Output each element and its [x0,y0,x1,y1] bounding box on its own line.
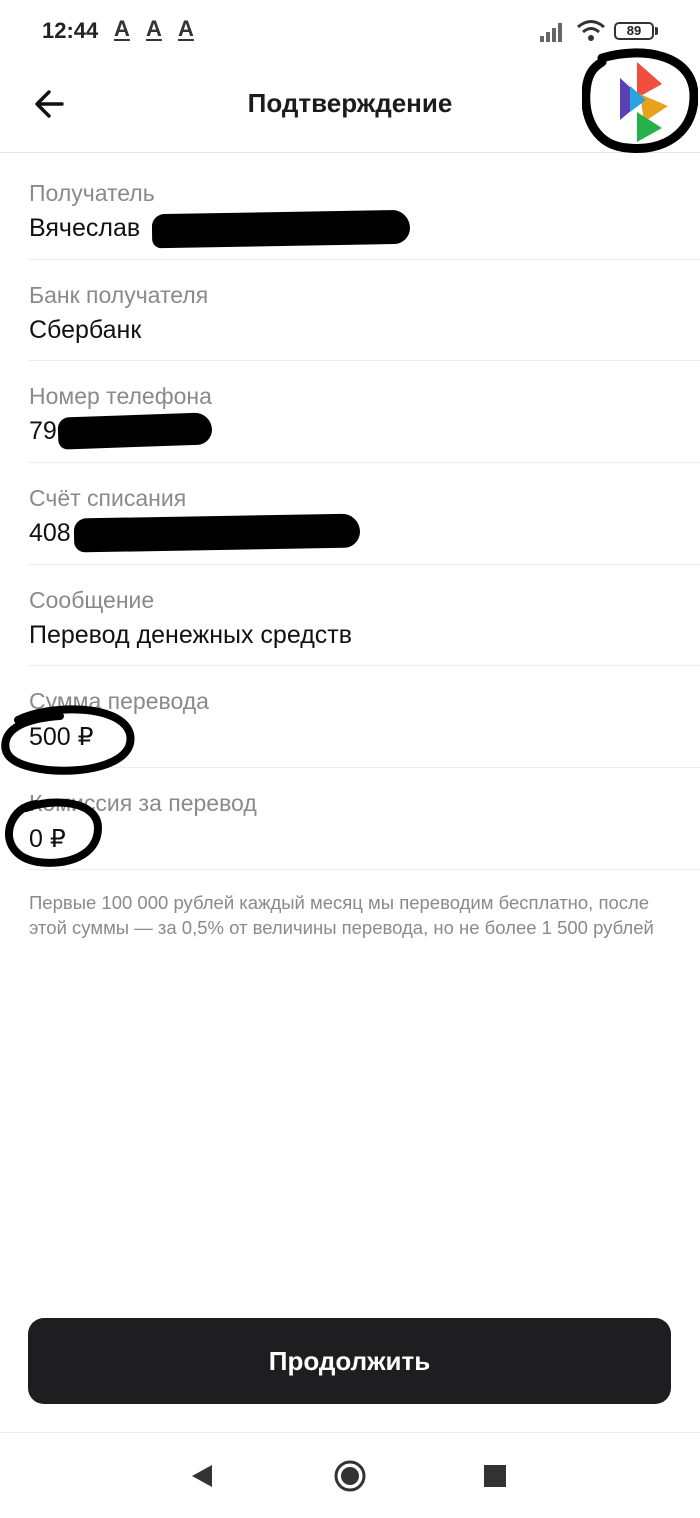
status-time: 12:44 [42,18,99,43]
account-value: 408 [29,519,71,548]
continue-button[interactable]: Продолжить [28,1318,671,1404]
nav-recent-icon[interactable] [484,1465,506,1487]
battery-tip [655,27,658,35]
detail-row-bank: Банк получателя Сбербанк [28,260,700,362]
message-value: Перевод денежных средств [29,620,353,649]
fee-label: Комиссия за перевод [29,790,257,817]
notification-a-icon: A [146,16,162,41]
redaction-mark [151,209,411,249]
bank-label: Банк получателя [29,281,209,308]
account-label: Счёт списания [29,485,187,512]
detail-row-amount: Сумма перевода 500 ₽ [28,666,700,769]
recipient-label: Получатель [29,180,155,206]
fee-note: Первые 100 000 рублей каждый месяц мы пе… [29,892,654,938]
detail-row-recipient: Получатель Вячеслав [28,158,700,260]
signal-icon [540,23,562,42]
detail-row-message: Сообщение Перевод денежных средств [28,565,700,667]
bank-value: Сбербанк [29,315,142,344]
battery-icon: 89 [614,22,654,40]
detail-row-account: Счёт списания 408 [28,463,700,565]
nav-back-icon[interactable] [190,1463,214,1489]
redaction-mark [73,513,361,553]
system-nav-bar [0,1432,700,1518]
detail-row-fee: Комиссия за перевод 0 ₽ [28,768,700,870]
notification-a-icon: A [178,16,194,41]
notification-a-icon: A [114,16,130,41]
bank-logo-icon[interactable] [582,48,698,156]
transfer-details: Получатель Вячеслав Банк получателя Сбер… [0,158,700,870]
nav-home-icon[interactable] [333,1459,367,1493]
wifi-icon [577,20,605,41]
header: Подтверждение [0,48,700,154]
amount-value: 500 ₽ [29,723,94,752]
phone-value: 79 [29,417,57,446]
amount-label: Сумма перевода [29,688,209,715]
message-label: Сообщение [29,586,155,613]
detail-row-phone: Номер телефона 79 [28,361,700,464]
recipient-value: Вячеслав [29,214,141,242]
fee-value: 0 ₽ [29,825,66,854]
redaction-mark [57,412,213,451]
phone-label: Номер телефона [29,383,212,410]
